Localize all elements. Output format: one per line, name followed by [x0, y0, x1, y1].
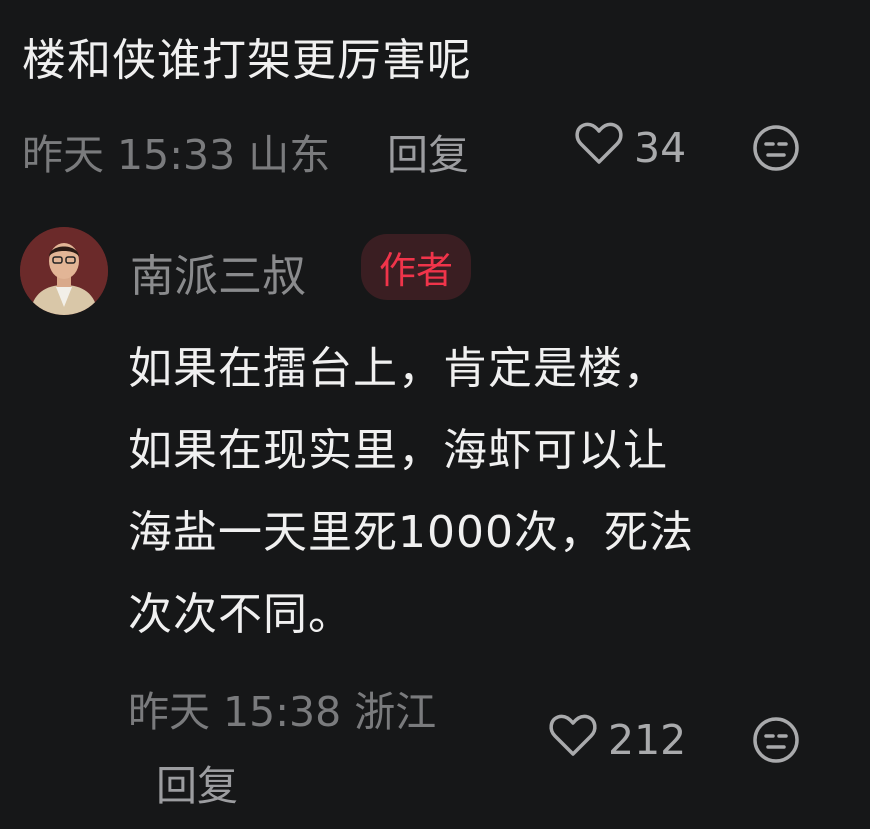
reply-line: 如果在擂台上，肯定是楼， — [128, 343, 668, 394]
comment-like-button[interactable]: 34 — [574, 120, 686, 176]
reply-like-count: 212 — [608, 716, 687, 764]
heart-icon — [574, 120, 624, 176]
comment-meta: 昨天 15:33 山东 — [22, 131, 331, 179]
reply-meta: 昨天 15:38 浙江 — [128, 688, 437, 736]
comment-emoji-button[interactable] — [752, 124, 800, 176]
comment-text: 楼和侠谁打架更厉害呢 — [22, 35, 472, 86]
reply-line: 次次不同。 — [128, 589, 353, 640]
author-name[interactable]: 南派三叔 — [130, 240, 306, 304]
reply-reply-button[interactable]: 回复 — [156, 752, 238, 812]
comment-reply-button[interactable]: 回复 — [387, 121, 469, 181]
reply-emoji-button[interactable] — [752, 716, 800, 768]
heart-icon — [548, 712, 598, 768]
emoji-icon — [752, 125, 800, 176]
reply-line: 如果在现实里，海虾可以让 — [128, 425, 668, 476]
author-avatar[interactable] — [20, 227, 108, 315]
emoji-icon — [752, 717, 800, 768]
reply-text: 如果在擂台上，肯定是楼， 如果在现实里，海虾可以让 海盐一天里死1000次，死法… — [128, 328, 828, 656]
reply-line: 海盐一天里死1000次，死法 — [128, 507, 694, 558]
author-badge: 作者 — [361, 234, 471, 300]
reply-like-button[interactable]: 212 — [548, 712, 686, 768]
comment-like-count: 34 — [634, 124, 687, 172]
